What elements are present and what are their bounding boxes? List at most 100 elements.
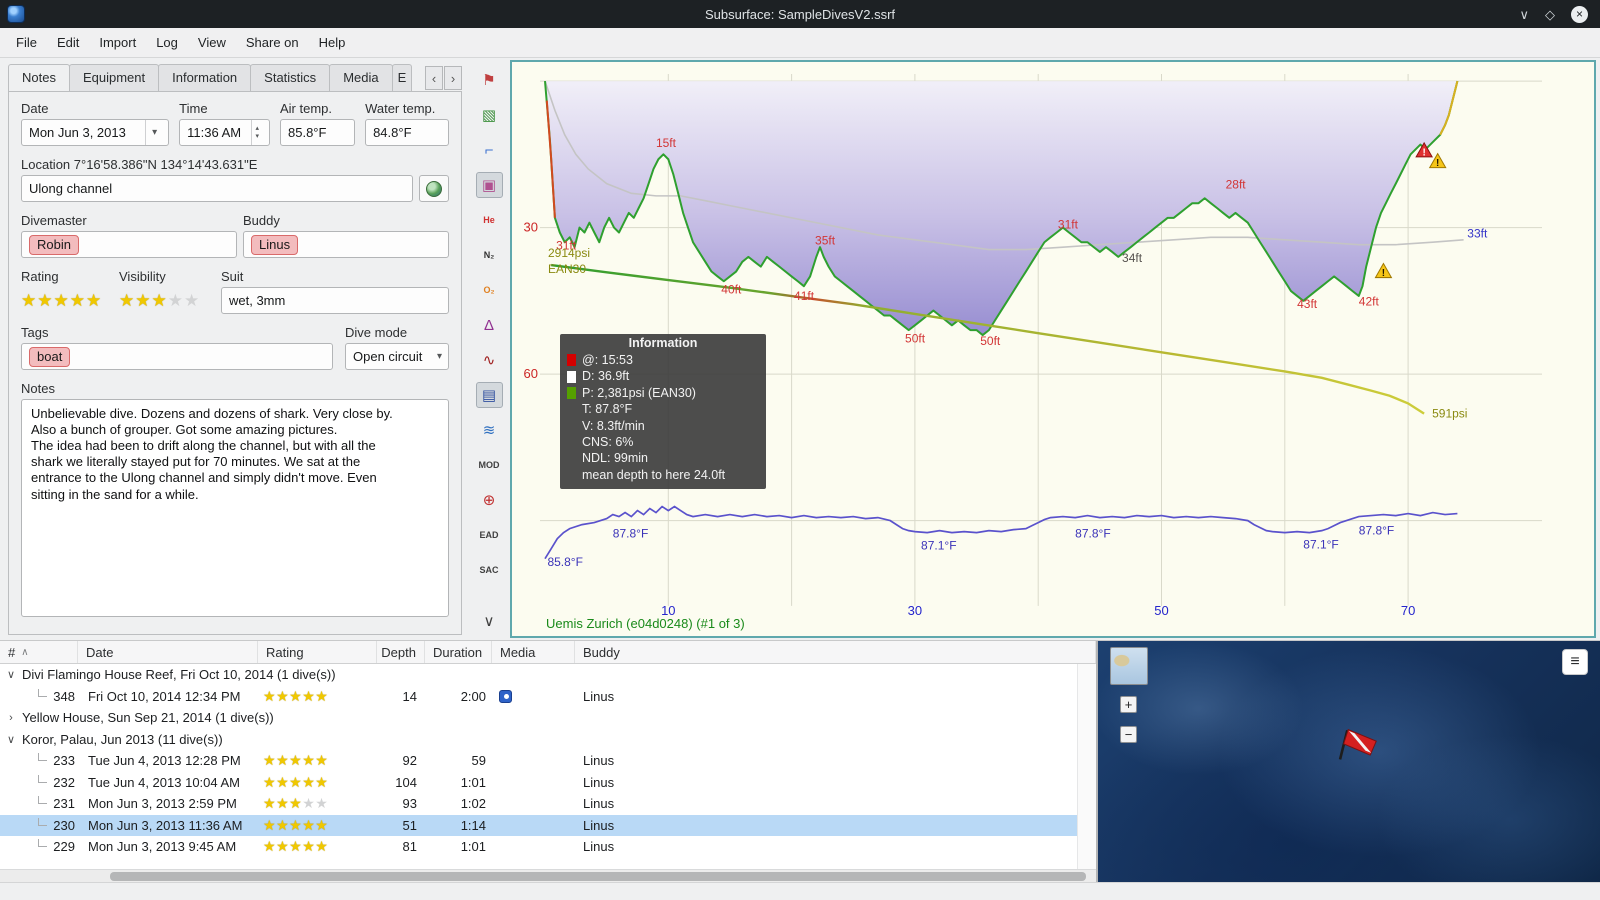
star-icon[interactable]: ★ bbox=[289, 688, 302, 704]
tag-chip[interactable]: boat bbox=[29, 346, 71, 367]
star-icon[interactable]: ★ bbox=[315, 774, 328, 790]
star-icon[interactable]: ★ bbox=[135, 291, 151, 311]
tab-scroll-right-icon[interactable]: › bbox=[444, 66, 462, 90]
trip-row[interactable]: ∨ Koror, Palau, Jun 2013 (11 dive(s)) bbox=[0, 729, 1077, 751]
menu-help[interactable]: Help bbox=[309, 30, 356, 55]
tissue-heatmap-icon[interactable]: ▤ bbox=[475, 382, 503, 408]
tab-media[interactable]: Media bbox=[329, 64, 393, 91]
chevron-down-icon[interactable]: ∨ bbox=[4, 733, 18, 746]
menu-share-on[interactable]: Share on bbox=[236, 30, 309, 55]
buddy-field[interactable]: Linus bbox=[243, 231, 449, 258]
column-header-num[interactable]: # ∧ bbox=[0, 641, 78, 663]
star-icon[interactable]: ★ bbox=[263, 838, 276, 854]
photos-toggle-icon[interactable]: ▧ bbox=[476, 102, 503, 128]
star-icon[interactable]: ★ bbox=[119, 291, 135, 311]
dive-row[interactable]: 348 Fri Oct 10, 2014 12:34 PM ★★★★★ 14 2:00 L… bbox=[0, 686, 1077, 708]
column-header-duration[interactable]: Duration bbox=[425, 641, 492, 663]
divemaster-chip[interactable]: Robin bbox=[29, 234, 79, 255]
star-icon[interactable]: ★ bbox=[276, 688, 289, 704]
star-icon[interactable]: ★ bbox=[289, 795, 302, 811]
tab-notes[interactable]: Notes bbox=[8, 64, 70, 91]
map-location-button[interactable] bbox=[419, 175, 449, 202]
date-combobox[interactable]: Mon Jun 3, 2013 ▾ bbox=[21, 119, 170, 146]
dive-row[interactable]: 233 Tue Jun 4, 2013 12:28 PM ★★★★★ 92 59 Linu… bbox=[0, 750, 1077, 772]
sac-icon[interactable]: SAC bbox=[476, 557, 503, 583]
dive-flag-marker[interactable] bbox=[1330, 725, 1382, 771]
o2-partial-pressure-icon[interactable]: O₂ bbox=[476, 277, 503, 303]
time-spinbox[interactable]: 11:36 AM ▴ ▾ bbox=[179, 119, 270, 146]
tags-field[interactable]: boat bbox=[21, 343, 333, 370]
star-icon[interactable]: ★ bbox=[289, 774, 302, 790]
star-icon[interactable]: ★ bbox=[168, 291, 184, 311]
star-icon[interactable]: ★ bbox=[302, 838, 315, 854]
horizontal-scrollbar[interactable] bbox=[0, 869, 1096, 882]
minimize-icon[interactable]: ∨ bbox=[1519, 8, 1529, 21]
dive-row[interactable]: 232 Tue Jun 4, 2013 10:04 AM ★★★★★ 104 1:01 L… bbox=[0, 772, 1077, 794]
menu-file[interactable]: File bbox=[6, 30, 47, 55]
star-icon[interactable]: ★ bbox=[315, 795, 328, 811]
tab-scroll-left-icon[interactable]: ‹ bbox=[425, 66, 443, 90]
star-icon[interactable]: ★ bbox=[21, 291, 37, 311]
notes-textarea[interactable]: Unbelievable dive. Dozens and dozens of … bbox=[21, 399, 449, 617]
ead-icon[interactable]: EAD bbox=[476, 522, 503, 548]
vertical-scrollbar[interactable] bbox=[1077, 664, 1096, 869]
mod-icon[interactable]: MOD bbox=[476, 452, 503, 478]
star-icon[interactable]: ★ bbox=[315, 688, 328, 704]
star-icon[interactable]: ★ bbox=[276, 795, 289, 811]
star-icon[interactable]: ★ bbox=[86, 291, 102, 311]
star-icon[interactable]: ★ bbox=[302, 752, 315, 768]
map-menu-button[interactable]: ≡ bbox=[1562, 649, 1588, 675]
star-icon[interactable]: ★ bbox=[263, 752, 276, 768]
column-header-date[interactable]: Date bbox=[78, 641, 258, 663]
tab-information[interactable]: Information bbox=[158, 64, 252, 91]
trip-row[interactable]: ∨ Divi Flamingo House Reef, Fri Oct 10, 2… bbox=[0, 664, 1077, 686]
dive-row[interactable]: 230 Mon Jun 3, 2013 11:36 AM ★★★★★ 51 1:14 Li… bbox=[0, 814, 1077, 836]
he-partial-pressure-icon[interactable]: He bbox=[476, 207, 503, 233]
menu-edit[interactable]: Edit bbox=[47, 30, 89, 55]
dc-ceiling-icon[interactable]: Δ bbox=[476, 312, 503, 338]
star-icon[interactable]: ★ bbox=[70, 291, 86, 311]
star-icon[interactable]: ★ bbox=[276, 838, 289, 854]
map-zoom-in-button[interactable]: + bbox=[1120, 696, 1137, 713]
star-icon[interactable]: ★ bbox=[276, 774, 289, 790]
menu-view[interactable]: View bbox=[188, 30, 236, 55]
chevron-down-icon[interactable]: ▾ bbox=[431, 344, 446, 369]
calculated-ceiling-icon[interactable]: ≋ bbox=[476, 417, 503, 443]
dive-row[interactable]: 229 Mon Jun 3, 2013 9:45 AM ★★★★★ 81 1:01 Lin… bbox=[0, 836, 1077, 858]
star-icon[interactable]: ★ bbox=[152, 291, 168, 311]
star-icon[interactable]: ★ bbox=[302, 795, 315, 811]
star-icon[interactable]: ★ bbox=[263, 817, 276, 833]
star-icon[interactable]: ★ bbox=[302, 817, 315, 833]
divemaster-field[interactable]: Robin bbox=[21, 231, 237, 258]
menu-log[interactable]: Log bbox=[146, 30, 188, 55]
spin-down-icon[interactable]: ▾ bbox=[255, 133, 259, 141]
dc-events-icon[interactable]: ⊕ bbox=[476, 487, 503, 513]
star-icon[interactable]: ★ bbox=[315, 838, 328, 854]
scrollbar-thumb[interactable] bbox=[110, 872, 1086, 881]
spin-up-icon[interactable]: ▴ bbox=[255, 125, 259, 133]
rating-stars[interactable]: ★ ★ ★ ★ ★ bbox=[21, 287, 105, 314]
close-icon[interactable]: × bbox=[1571, 5, 1588, 23]
star-icon[interactable]: ★ bbox=[263, 774, 276, 790]
star-icon[interactable]: ★ bbox=[302, 774, 315, 790]
suit-field[interactable]: wet, 3mm bbox=[221, 287, 449, 314]
star-icon[interactable]: ★ bbox=[37, 291, 53, 311]
dive-map[interactable]: + − ≡ bbox=[1098, 641, 1600, 882]
dive-row[interactable]: 231 Mon Jun 3, 2013 2:59 PM ★★★★★ 93 1:02 Lin… bbox=[0, 793, 1077, 815]
dive-mode-icon[interactable]: ⚑ bbox=[476, 67, 503, 93]
collapse-toolbar-icon[interactable]: ∨ bbox=[476, 608, 503, 634]
column-header-buddy[interactable]: Buddy bbox=[575, 641, 1096, 663]
star-icon[interactable]: ★ bbox=[289, 838, 302, 854]
buddy-chip[interactable]: Linus bbox=[251, 234, 299, 255]
column-header-depth[interactable]: Depth bbox=[377, 641, 425, 663]
map-overview-thumbnail[interactable] bbox=[1110, 647, 1148, 685]
trip-row[interactable]: › Yellow House, Sun Sep 21, 2014 (1 dive(… bbox=[0, 707, 1077, 729]
star-icon[interactable]: ★ bbox=[263, 795, 276, 811]
tab-equipment[interactable]: Equipment bbox=[68, 64, 160, 91]
show-pictures-icon[interactable]: ▣ bbox=[475, 172, 503, 198]
star-icon[interactable]: ★ bbox=[315, 752, 328, 768]
maximize-icon[interactable]: ◇ bbox=[1545, 8, 1555, 21]
column-header-rating[interactable]: Rating bbox=[258, 641, 377, 663]
star-icon[interactable]: ★ bbox=[289, 817, 302, 833]
tab-e[interactable]: E bbox=[391, 64, 412, 91]
